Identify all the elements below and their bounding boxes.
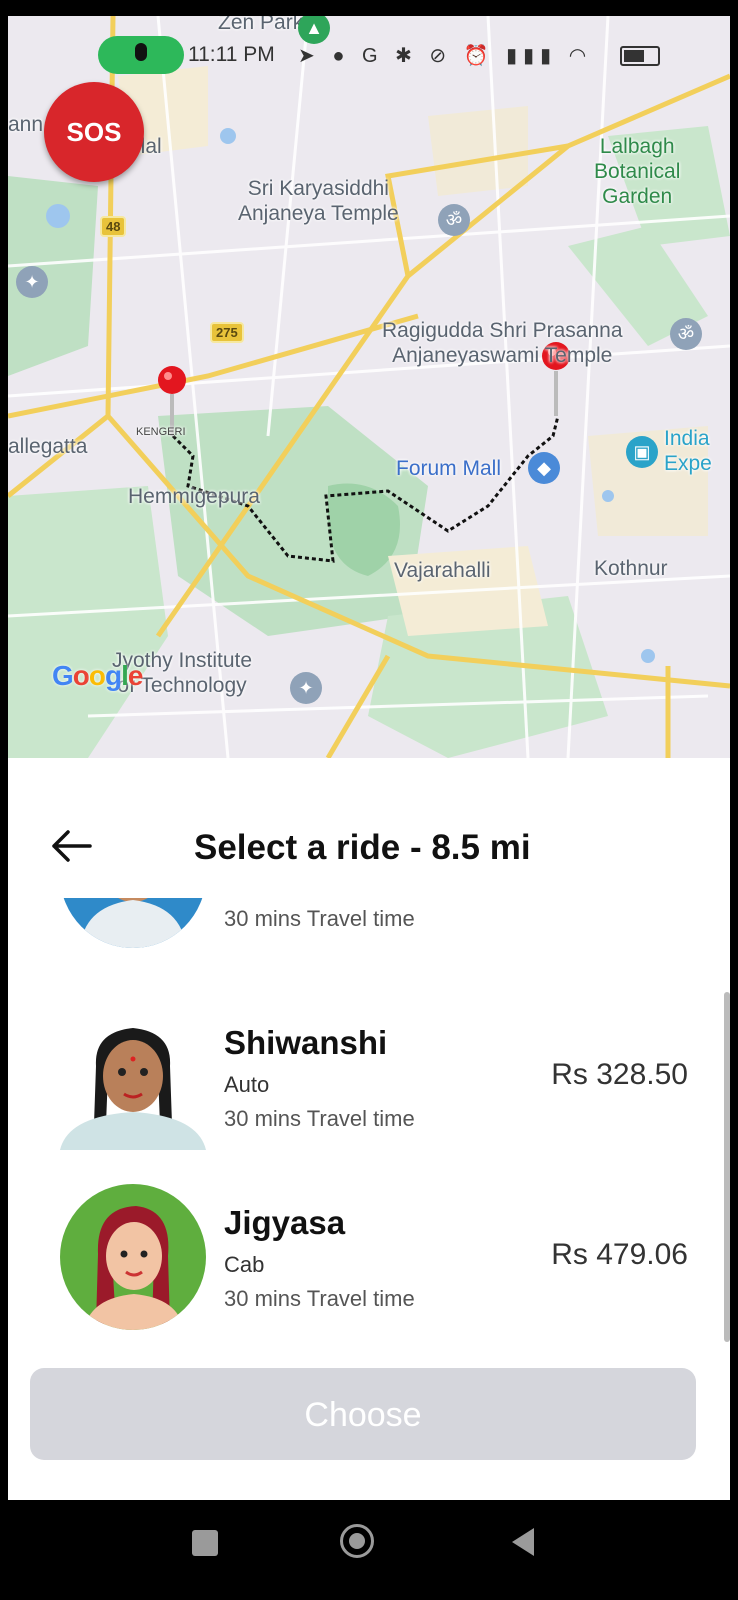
landmark-icon: ▣ xyxy=(626,436,658,468)
system-nav-bar xyxy=(0,1500,738,1600)
map-label-forum-mall: Forum Mall xyxy=(396,457,502,480)
driver-name: Shiwanshi xyxy=(224,1024,388,1061)
ride-travel-time: 30 mins Travel time xyxy=(224,1106,415,1131)
driver-avatar xyxy=(60,1004,206,1150)
status-time: 11:11 PM xyxy=(188,43,275,66)
highway-shield-48: 48 xyxy=(100,216,127,237)
home-icon[interactable] xyxy=(340,1524,374,1558)
ride-type: Auto xyxy=(224,1072,270,1097)
map-label-temple-karyasiddhi: Sri Karyasiddhi Anjaneya Temple xyxy=(238,177,399,225)
map-label-allegatta: allegatta xyxy=(8,435,88,458)
sos-button[interactable]: SOS xyxy=(44,82,144,182)
ride-option[interactable]: Bike 30 mins Travel time xyxy=(8,898,730,952)
status-bar: 11:11 PM ➤ ● G ✱ ⊘ ⏰ ▮▮▮ ◠ xyxy=(8,36,730,78)
temple-icon: ॐ xyxy=(670,318,702,350)
back-arrow-icon[interactable] xyxy=(46,826,96,866)
route-map[interactable]: Zen Park ▲ ann llal Lalbagh Botanical Ga… xyxy=(8,16,730,758)
highway-shield-275: 275 xyxy=(210,322,244,343)
ride-type: Cab xyxy=(224,1252,265,1277)
driver-avatar xyxy=(60,1184,206,1330)
school-icon: ✦ xyxy=(290,672,322,704)
driver-avatar xyxy=(60,898,206,948)
app-screen: Zen Park ▲ ann llal Lalbagh Botanical Ga… xyxy=(8,16,730,1500)
battery-icon xyxy=(620,46,660,66)
status-icons: ➤ ● G ✱ ⊘ ⏰ ▮▮▮ ◠ xyxy=(298,45,593,67)
mic-active-icon xyxy=(98,36,184,74)
ride-option[interactable]: Jigyasa Cab 30 mins Travel time Rs 479.0… xyxy=(8,1182,730,1332)
temple-icon: ॐ xyxy=(438,204,470,236)
sheet-header: Select a ride - 8.5 mi xyxy=(8,808,730,888)
ride-price: Rs 479.06 xyxy=(551,1238,688,1271)
ride-selection-sheet: Select a ride - 8.5 mi Bike 30 mins Trav… xyxy=(8,758,730,1500)
map-label-hemmigepura: Hemmigepura xyxy=(128,485,260,508)
map-label-zen-park: Zen Park xyxy=(218,16,304,34)
ride-list[interactable]: Bike 30 mins Travel time Shiwanshi Auto xyxy=(8,898,730,1358)
map-label-india-expo: India Expe xyxy=(664,427,712,475)
ride-travel-time: 30 mins Travel time xyxy=(224,1286,415,1311)
driver-name: Jigyasa xyxy=(224,1204,346,1241)
list-scrollbar[interactable] xyxy=(724,992,730,1342)
map-label-kengeri: KENGERI xyxy=(136,426,186,438)
map-label-ann: ann xyxy=(8,113,44,136)
map-label-kothnur: Kothnur xyxy=(594,557,668,580)
choose-button[interactable]: Choose xyxy=(30,1368,696,1460)
google-logo: Google xyxy=(52,660,143,691)
recents-icon[interactable] xyxy=(192,1530,218,1556)
shopping-icon: ◆ xyxy=(528,452,560,484)
ride-price: Rs 328.50 xyxy=(551,1058,688,1091)
ride-option[interactable]: Shiwanshi Auto 30 mins Travel time Rs 32… xyxy=(8,1002,730,1152)
ride-travel-time: 30 mins Travel time xyxy=(224,906,415,931)
sheet-title: Select a ride - 8.5 mi xyxy=(194,828,531,867)
map-label-vajarahalli: Vajarahalli xyxy=(394,559,491,582)
nav-back-icon[interactable] xyxy=(512,1528,534,1556)
school-icon: ✦ xyxy=(16,266,48,298)
map-label-temple-ragigudda: Ragigudda Shri Prasanna Anjaneyaswami Te… xyxy=(382,319,623,367)
map-label-lalbagh: Lalbagh Botanical Garden xyxy=(594,135,681,208)
